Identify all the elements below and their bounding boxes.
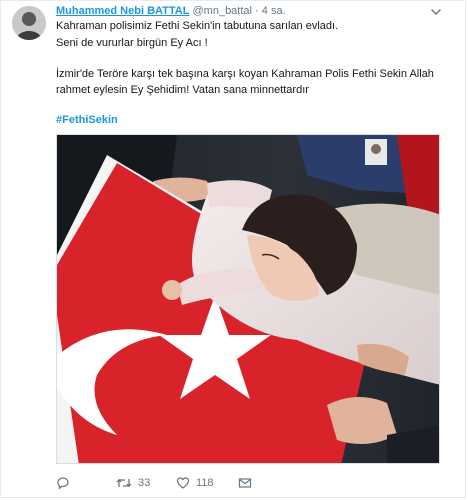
like-button[interactable]: 118 bbox=[176, 475, 214, 491]
heart-icon bbox=[176, 476, 190, 490]
funeral-photo-illustration bbox=[57, 135, 439, 463]
tweet-text-line: rahmet eylesin Ey Şehidim! Vatan sana mi… bbox=[56, 84, 309, 96]
avatar[interactable] bbox=[12, 6, 46, 40]
retweet-count: 33 bbox=[138, 477, 151, 489]
tweet-photo[interactable] bbox=[56, 134, 440, 464]
retweet-button[interactable]: 33 bbox=[116, 475, 150, 491]
tweet-timestamp[interactable]: 4 sa. bbox=[262, 5, 286, 17]
tweet-text-line: İzmir'de Teröre karşı tek başına karşı k… bbox=[56, 68, 434, 80]
author-name[interactable]: Muhammed Nebi BATTAL bbox=[56, 5, 189, 17]
chevron-down-icon[interactable] bbox=[429, 5, 443, 19]
tweet-header: Muhammed Nebi BATTAL @mn_battal · 4 sa. bbox=[56, 5, 286, 18]
direct-message-button[interactable] bbox=[238, 475, 252, 491]
hashtag-link[interactable]: #FethiSekin bbox=[56, 113, 118, 127]
like-count: 118 bbox=[196, 477, 214, 489]
separator-dot: · bbox=[255, 5, 259, 17]
tweet-text-line: Kahraman polisimiz Fethi Sekin'in tabutu… bbox=[56, 20, 339, 32]
author-handle[interactable]: @mn_battal bbox=[193, 5, 252, 17]
tweet-card: Muhammed Nebi BATTAL @mn_battal · 4 sa. … bbox=[0, 0, 466, 498]
tweet-text-line: Seni de vururlar birgün Ey Acı ! bbox=[56, 37, 208, 49]
reply-icon bbox=[56, 476, 70, 490]
envelope-icon bbox=[238, 476, 252, 490]
reply-button[interactable] bbox=[56, 475, 76, 491]
avatar-photo bbox=[12, 6, 46, 40]
retweet-icon bbox=[116, 476, 132, 490]
